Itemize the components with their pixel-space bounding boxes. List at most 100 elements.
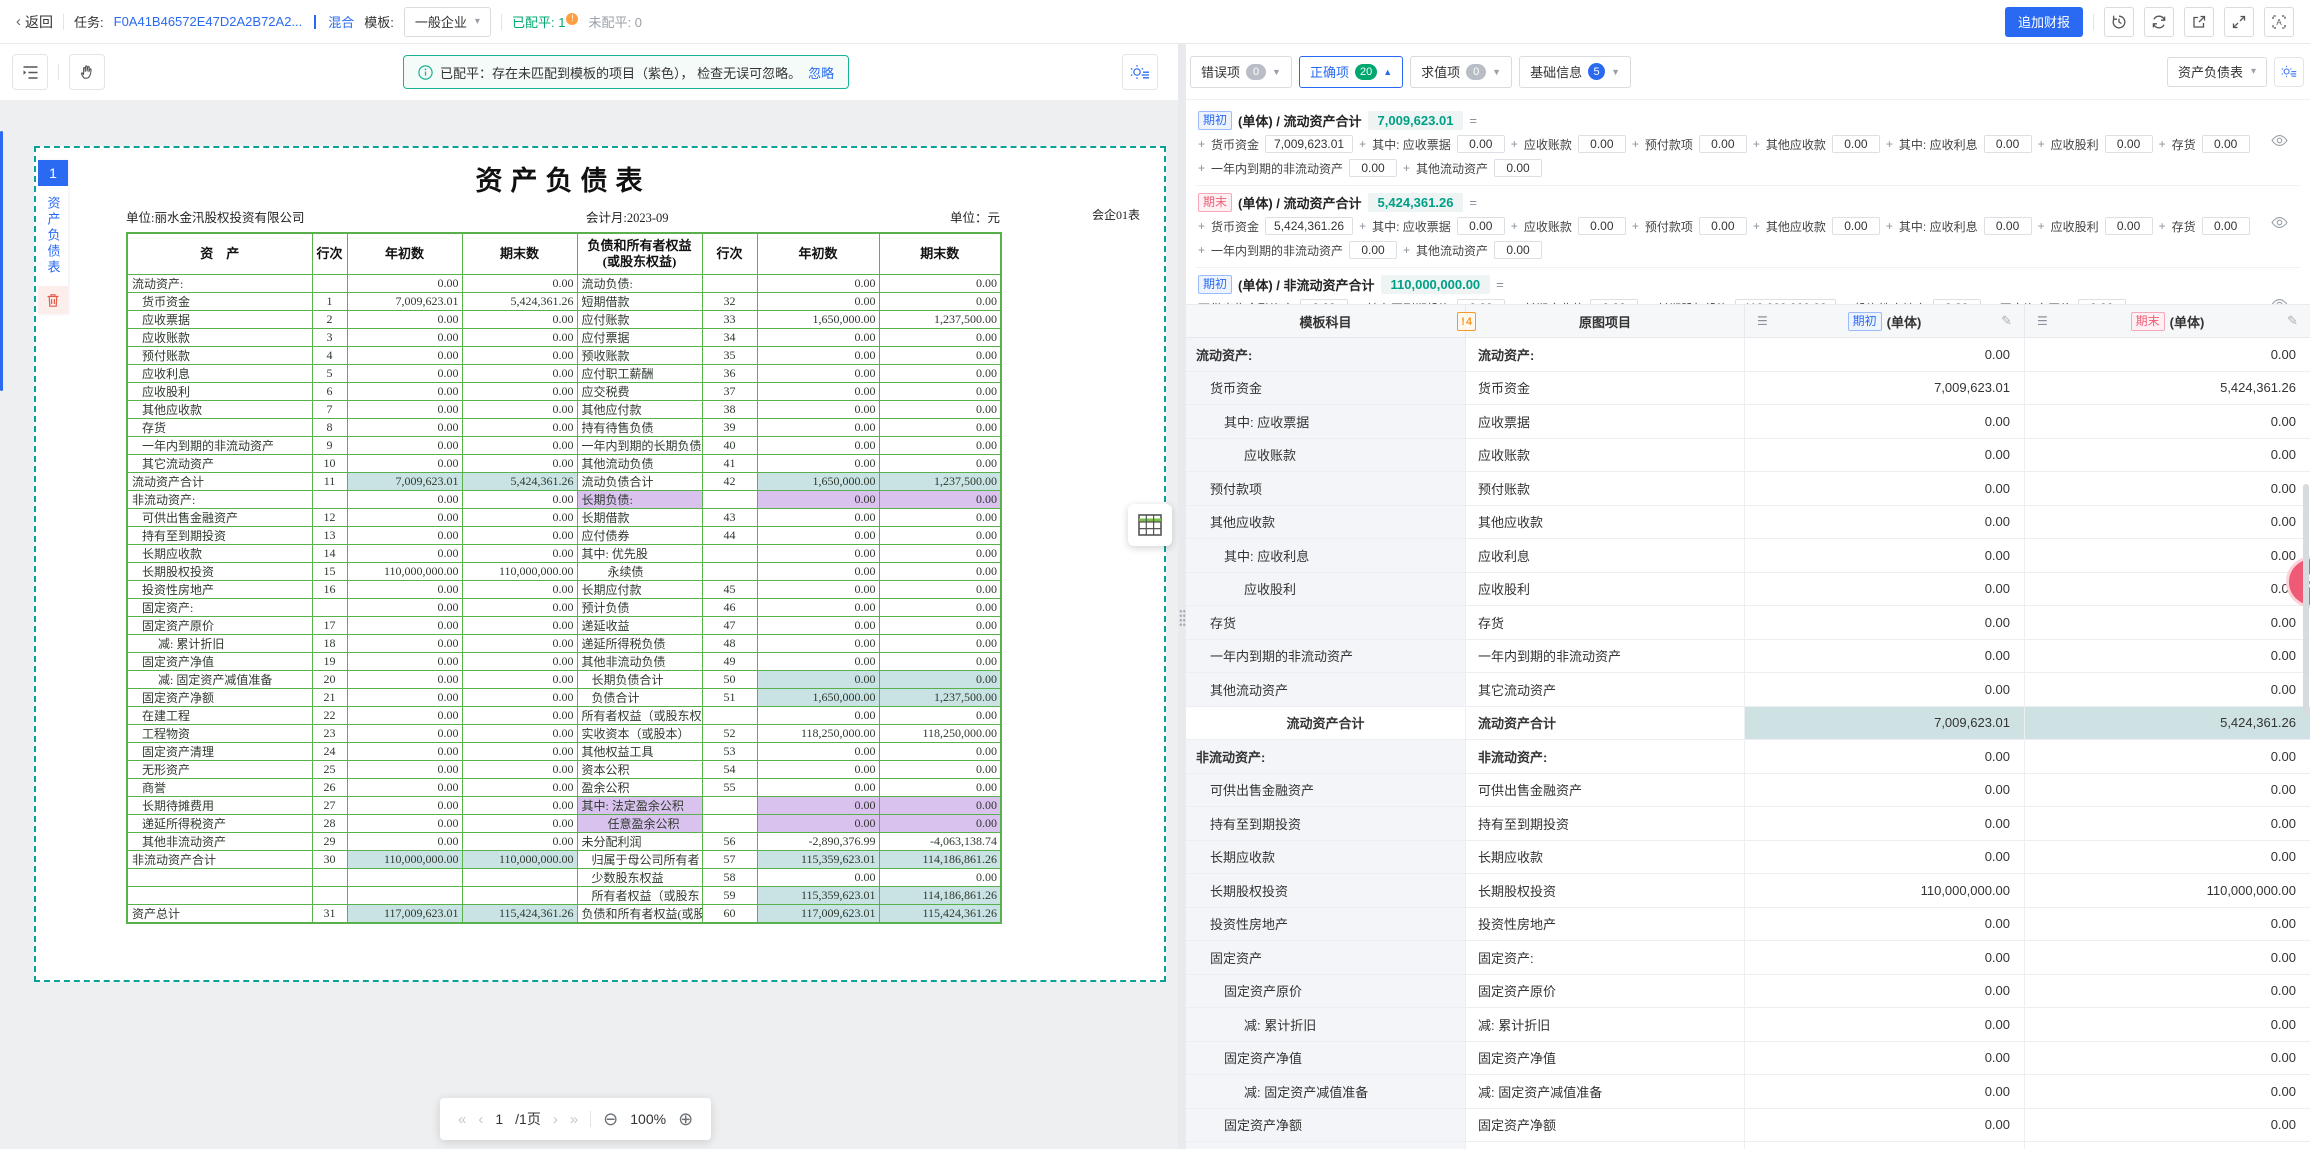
mapping-row[interactable]: 其他应收款其他应收款0.000.00 bbox=[1186, 506, 2310, 540]
begin-value-cell[interactable]: 0.00 bbox=[1745, 841, 2025, 874]
mapping-row[interactable]: 非流动资产:非流动资产:0.000.00 bbox=[1186, 740, 2310, 774]
zoom-out-button[interactable]: ⊖ bbox=[603, 1110, 618, 1128]
begin-value-cell[interactable]: 0.00 bbox=[1745, 405, 2025, 438]
panel-resize-divider[interactable] bbox=[1178, 44, 1186, 1149]
open-external-button[interactable] bbox=[2184, 7, 2214, 37]
page-number[interactable]: 1 bbox=[495, 1111, 503, 1127]
mapping-row[interactable]: 长期应收款长期应收款0.000.00 bbox=[1186, 841, 2310, 875]
begin-value-cell[interactable]: 0.00 bbox=[1745, 338, 2025, 371]
begin-value-cell[interactable]: 0.00 bbox=[1745, 1109, 2025, 1142]
end-value-cell[interactable]: 0.00 bbox=[2025, 841, 2310, 874]
begin-value-cell[interactable]: 0.00 bbox=[1745, 673, 2025, 706]
end-value-cell[interactable]: 0.00 bbox=[2025, 338, 2310, 371]
mapping-row[interactable]: 减: 累计折旧减: 累计折旧0.000.00 bbox=[1186, 1008, 2310, 1042]
fullscreen-button[interactable] bbox=[2224, 7, 2254, 37]
formula-term-value[interactable]: 0.00 bbox=[1699, 135, 1747, 153]
back-button[interactable]: ‹ 返回 bbox=[16, 12, 53, 32]
end-value-cell[interactable]: 0.00 bbox=[2025, 1142, 2310, 1149]
formula-term-value[interactable]: 0.00 bbox=[1832, 135, 1880, 153]
mapping-row[interactable]: 其他流动资产其它流动资产0.000.00 bbox=[1186, 673, 2310, 707]
mapping-row[interactable]: 货币资金货币资金7,009,623.015,424,361.26 bbox=[1186, 372, 2310, 406]
outline-toggle-button[interactable] bbox=[12, 54, 48, 90]
mapping-row[interactable]: 其中: 应收利息应收利息0.000.00 bbox=[1186, 539, 2310, 573]
edit-icon[interactable]: ✎ bbox=[2287, 313, 2298, 329]
unmatched-count-badge[interactable]: !4 bbox=[1457, 312, 1476, 331]
formula-term-value[interactable]: 0.00 bbox=[1457, 135, 1505, 153]
filter-tab-错误项[interactable]: 错误项0▼ bbox=[1190, 56, 1292, 88]
end-value-cell[interactable]: 0.00 bbox=[2025, 673, 2310, 706]
filter-tab-基础信息[interactable]: 基础信息5▼ bbox=[1519, 56, 1631, 88]
mapping-settings-button[interactable] bbox=[2274, 57, 2304, 87]
begin-value-cell[interactable]: 110,000,000.00 bbox=[1745, 874, 2025, 907]
template-select[interactable]: 一般企业 ▾ bbox=[404, 7, 491, 37]
formula-term-value[interactable]: 0.00 bbox=[2105, 217, 2153, 235]
next-page-button[interactable]: › bbox=[553, 1111, 558, 1128]
begin-value-cell[interactable]: 0.00 bbox=[1745, 472, 2025, 505]
table-detect-button[interactable] bbox=[1128, 504, 1172, 546]
last-page-button[interactable]: » bbox=[570, 1111, 578, 1128]
end-value-cell[interactable]: 0.00 bbox=[2025, 405, 2310, 438]
formula-term-value[interactable]: 0.00 bbox=[1699, 217, 1747, 235]
menu-icon[interactable]: ☰ bbox=[2037, 314, 2048, 328]
begin-value-cell[interactable]: 0.00 bbox=[1745, 807, 2025, 840]
begin-value-cell[interactable]: 7,009,623.01 bbox=[1745, 372, 2025, 405]
end-value-cell[interactable]: 0.00 bbox=[2025, 472, 2310, 505]
begin-value-cell[interactable]: 0.00 bbox=[1745, 941, 2025, 974]
first-page-button[interactable]: « bbox=[458, 1111, 466, 1128]
formula-term-value[interactable]: 0.00 bbox=[2105, 135, 2153, 153]
end-value-cell[interactable]: 110,000,000.00 bbox=[2025, 874, 2310, 907]
begin-value-cell[interactable]: 0.00 bbox=[1745, 606, 2025, 639]
mapping-row[interactable]: 固定资产固定资产:0.000.00 bbox=[1186, 941, 2310, 975]
begin-value-cell[interactable]: 0.00 bbox=[1745, 506, 2025, 539]
formula-term-value[interactable]: 5,424,361.26 bbox=[1265, 217, 1353, 235]
end-value-cell[interactable]: 0.00 bbox=[2025, 539, 2310, 572]
formula-term-value[interactable]: 0.00 bbox=[1457, 217, 1505, 235]
mapping-row[interactable]: 在建工程在建工程0.000.00 bbox=[1186, 1142, 2310, 1149]
formula-term-value[interactable]: 0.00 bbox=[1349, 159, 1397, 177]
formula-term-value[interactable]: 0.00 bbox=[1494, 241, 1542, 259]
mapping-row[interactable]: 持有至到期投资持有至到期投资0.000.00 bbox=[1186, 807, 2310, 841]
task-id-link[interactable]: F0A41B46572E47D2A2B72A2... bbox=[114, 14, 303, 29]
filter-tab-求值项[interactable]: 求值项0▼ bbox=[1410, 56, 1512, 88]
formula-term-value[interactable]: 0.00 bbox=[1349, 241, 1397, 259]
mapping-row[interactable]: 固定资产净值固定资产净值0.000.00 bbox=[1186, 1042, 2310, 1076]
end-value-cell[interactable]: 0.00 bbox=[2025, 573, 2310, 606]
report-select[interactable]: 资产负债表 ▾ bbox=[2167, 57, 2267, 87]
eye-icon[interactable] bbox=[2271, 216, 2288, 229]
ignore-link[interactable]: 忽略 bbox=[808, 63, 834, 82]
begin-value-cell[interactable]: 0.00 bbox=[1745, 1008, 2025, 1041]
formula-result-value[interactable]: 7,009,623.01 bbox=[1368, 111, 1464, 130]
formula-term-value[interactable]: 0.00 bbox=[2202, 217, 2250, 235]
mapping-row[interactable]: 流动资产合计流动资产合计7,009,623.015,424,361.26 bbox=[1186, 707, 2310, 741]
end-value-cell[interactable]: 0.00 bbox=[2025, 807, 2310, 840]
formula-term-value[interactable]: 0.00 bbox=[2202, 135, 2250, 153]
end-value-cell[interactable]: 5,424,361.26 bbox=[2025, 372, 2310, 405]
end-value-cell[interactable]: 0.00 bbox=[2025, 1042, 2310, 1075]
end-value-cell[interactable]: 0.00 bbox=[2025, 1008, 2310, 1041]
mapping-row[interactable]: 固定资产原价固定资产原价0.000.00 bbox=[1186, 975, 2310, 1009]
filter-tab-正确项[interactable]: 正确项20▲ bbox=[1299, 56, 1403, 88]
begin-value-cell[interactable]: 0.00 bbox=[1745, 975, 2025, 1008]
formula-term-value[interactable]: 0.00 bbox=[1494, 159, 1542, 177]
formula-result-value[interactable]: 5,424,361.26 bbox=[1368, 193, 1464, 212]
begin-value-cell[interactable]: 0.00 bbox=[1745, 640, 2025, 673]
mapping-row[interactable]: 存货存货0.000.00 bbox=[1186, 606, 2310, 640]
mapping-row[interactable]: 流动资产:流动资产:0.000.00 bbox=[1186, 338, 2310, 372]
mapping-row[interactable]: 可供出售金融资产可供出售金融资产0.000.00 bbox=[1186, 774, 2310, 808]
mapping-row[interactable]: 投资性房地产投资性房地产0.000.00 bbox=[1186, 908, 2310, 942]
history-button[interactable] bbox=[2104, 7, 2134, 37]
mapping-row[interactable]: 固定资产净额固定资产净额0.000.00 bbox=[1186, 1109, 2310, 1143]
mapping-row[interactable]: 预付款项预付账款0.000.00 bbox=[1186, 472, 2310, 506]
end-value-cell[interactable]: 0.00 bbox=[2025, 1075, 2310, 1108]
formula-term-value[interactable]: 0.00 bbox=[1578, 135, 1626, 153]
mapping-row[interactable]: 长期股权投资长期股权投资110,000,000.00110,000,000.00 bbox=[1186, 874, 2310, 908]
add-report-button[interactable]: 追加财报 bbox=[2005, 7, 2083, 37]
end-value-cell[interactable]: 0.00 bbox=[2025, 941, 2310, 974]
formula-term-value[interactable]: 0.00 bbox=[1984, 135, 2032, 153]
begin-value-cell[interactable]: 7,009,623.01 bbox=[1745, 707, 2025, 740]
mapping-row[interactable]: 其中: 应收票据应收票据0.000.00 bbox=[1186, 405, 2310, 439]
end-value-cell[interactable]: 0.00 bbox=[2025, 908, 2310, 941]
thumbnail-scrollbar[interactable] bbox=[0, 131, 3, 391]
end-value-cell[interactable]: 0.00 bbox=[2025, 506, 2310, 539]
menu-icon[interactable]: ☰ bbox=[1757, 314, 1768, 328]
